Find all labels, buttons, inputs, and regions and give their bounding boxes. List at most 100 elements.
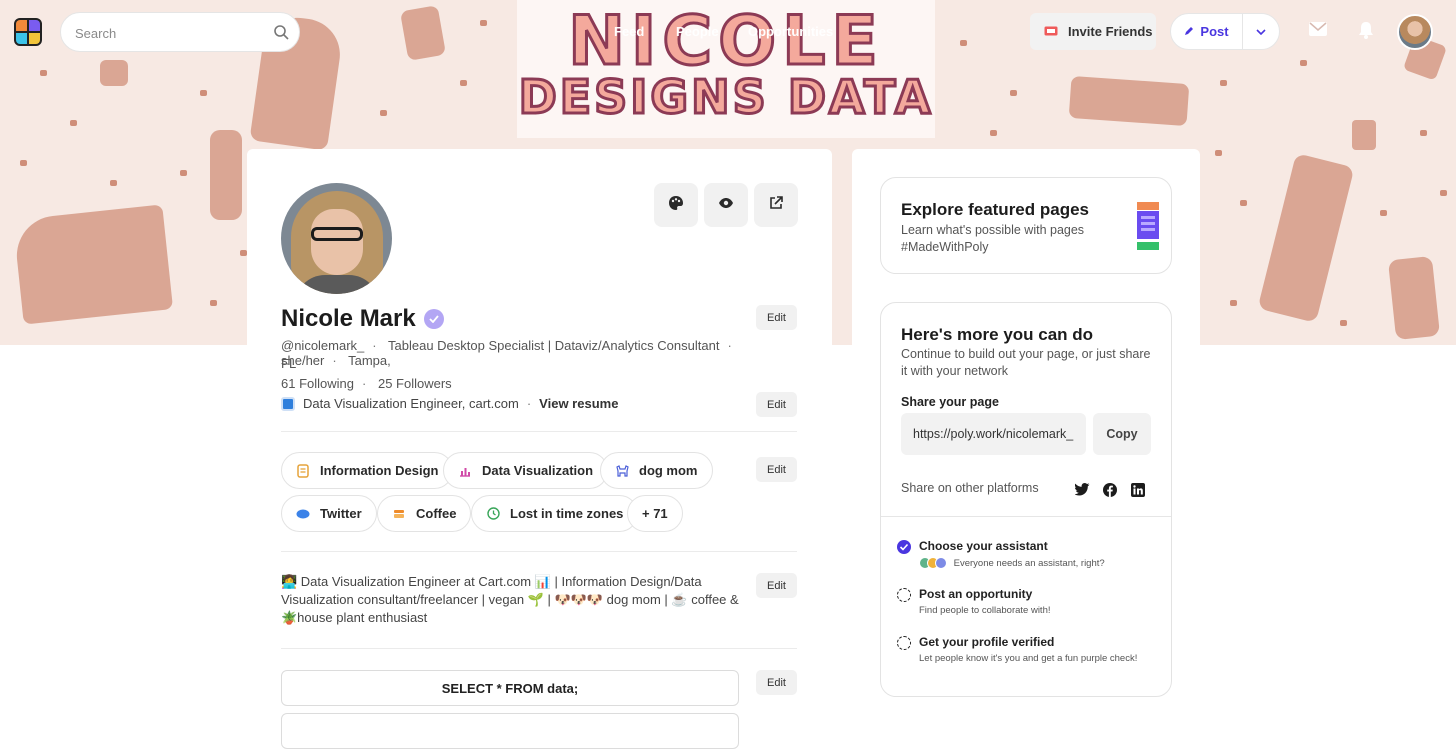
profile-name-row: Nicole Mark	[281, 305, 444, 333]
task-title: Get your profile verified	[919, 635, 1055, 649]
nav-people[interactable]: People	[676, 24, 719, 39]
featured-pages-description: Learn what's possible with pages #MadeWi…	[901, 222, 1101, 256]
profile-bio: 👩‍💻 Data Visualization Engineer at Cart.…	[281, 574, 739, 625]
profile-card: Nicole Mark Edit @nicolemark_ · Tableau D…	[247, 149, 832, 749]
chat-bubble-icon	[296, 507, 310, 521]
featured-pages-title: Explore featured pages	[901, 200, 1090, 219]
profile-handle: @nicolemark_	[281, 338, 365, 353]
document-icon	[296, 463, 310, 478]
tag-information-design[interactable]: Information Design	[281, 452, 454, 489]
edit-tags-button[interactable]: Edit	[756, 457, 797, 482]
profile-location-state: FL	[281, 356, 297, 371]
featured-pages-hashtag: #MadeWithPoly	[901, 240, 989, 254]
check-incomplete-icon	[897, 636, 911, 650]
divider	[281, 551, 797, 552]
user-avatar-menu[interactable]	[1397, 14, 1433, 50]
profile-name: Nicole Mark	[281, 305, 416, 332]
check-complete-icon	[897, 540, 911, 554]
tag-label: Data Visualization	[482, 463, 594, 478]
sidebar-card: Explore featured pages Learn what's poss…	[852, 149, 1200, 729]
more-actions-card: Here's more you can do Continue to build…	[880, 302, 1172, 697]
task-subtitle: Everyone needs an assistant, right?	[919, 557, 1105, 569]
eye-icon	[718, 196, 734, 214]
nav-feed[interactable]: Feed	[614, 24, 644, 39]
profile-avatar	[281, 183, 392, 294]
pencil-icon	[1184, 24, 1194, 39]
post-button-group: Post	[1170, 13, 1280, 50]
current-job-row: Data Visualization Engineer, cart.com · …	[281, 396, 618, 411]
edit-bio-button[interactable]: Edit	[756, 573, 797, 598]
tag-label: Information Design	[320, 463, 439, 478]
post-dropdown-button[interactable]	[1243, 26, 1279, 38]
polywork-logo[interactable]	[14, 18, 42, 46]
share-button[interactable]	[754, 183, 798, 227]
page-url-field[interactable]: https://poly.work/nicolemark_	[901, 413, 1086, 455]
invite-friends-button[interactable]: Invite Friends	[1030, 13, 1156, 50]
top-navigation-bar: Feed People Opportunities Invite Friends…	[0, 0, 1456, 64]
tag-more-button[interactable]: + 71	[627, 495, 683, 532]
dog-icon	[615, 464, 629, 478]
phone-pages-icon	[1137, 202, 1159, 250]
theme-button[interactable]	[654, 183, 698, 227]
search-icon[interactable]	[273, 24, 289, 45]
edit-featured-button[interactable]: Edit	[756, 670, 797, 695]
edit-name-button[interactable]: Edit	[756, 305, 797, 330]
divider	[281, 431, 797, 432]
followers-count[interactable]: 25 Followers	[378, 376, 452, 391]
notifications-bell-icon[interactable]	[1358, 21, 1374, 44]
current-job-title: Data Visualization Engineer, cart.com	[303, 396, 519, 411]
task-title: Post an opportunity	[919, 587, 1033, 601]
chevron-down-icon	[1256, 26, 1266, 38]
featured-pages-card[interactable]: Explore featured pages Learn what's poss…	[880, 177, 1172, 274]
content-block	[281, 713, 739, 749]
search-box	[60, 12, 300, 52]
edit-job-button[interactable]: Edit	[756, 392, 797, 417]
copy-url-button[interactable]: Copy	[1093, 413, 1151, 455]
tag-label: dog mom	[639, 463, 698, 478]
task-subtitle: Let people know it's you and get a fun p…	[919, 653, 1138, 664]
check-incomplete-icon	[897, 588, 911, 602]
linkedin-icon[interactable]	[1131, 483, 1145, 497]
tag-lost-in-time-zones[interactable]: Lost in time zones	[471, 495, 639, 532]
following-count[interactable]: 61 Following	[281, 376, 354, 391]
divider	[881, 516, 1171, 517]
tag-more-label: + 71	[642, 506, 668, 521]
tag-data-visualization[interactable]: Data Visualization	[443, 452, 609, 489]
tag-label: Twitter	[320, 506, 362, 521]
tag-label: Lost in time zones	[510, 506, 624, 521]
invite-friends-label: Invite Friends	[1068, 24, 1153, 39]
task-subtitle: Find people to collaborate with!	[919, 605, 1051, 616]
search-input[interactable]	[75, 23, 265, 43]
profile-location-city: Tampa,	[348, 353, 391, 368]
profile-headline: Tableau Desktop Specialist | Dataviz/Ana…	[388, 338, 720, 353]
bar-chart-icon	[458, 464, 472, 478]
verified-badge-icon	[423, 309, 444, 329]
divider	[281, 648, 797, 649]
external-link-icon	[769, 195, 783, 215]
share-page-label: Share your page	[901, 395, 999, 409]
post-button[interactable]: Post	[1171, 14, 1243, 49]
mail-icon[interactable]	[1309, 22, 1327, 41]
more-actions-title: Here's more you can do	[901, 325, 1094, 344]
tag-coffee[interactable]: Coffee	[377, 495, 472, 532]
featured-pages-desc-line1: Learn what's possible with pages	[901, 223, 1085, 237]
preview-button[interactable]	[704, 183, 748, 227]
facebook-icon[interactable]	[1103, 483, 1117, 497]
tag-label: Coffee	[416, 506, 457, 521]
view-resume-link[interactable]: View resume	[539, 396, 618, 411]
share-other-platforms-label: Share on other platforms	[901, 481, 1039, 495]
banner-title-line2: DESIGNS DATA	[517, 69, 934, 126]
palette-icon	[668, 195, 684, 216]
post-label: Post	[1200, 24, 1229, 39]
assistant-avatars	[919, 557, 947, 569]
follow-stats: 61 Following · 25 Followers	[281, 376, 452, 391]
tag-twitter[interactable]: Twitter	[281, 495, 377, 532]
nav-opportunities[interactable]: Opportunities	[748, 24, 833, 39]
tag-dog-mom[interactable]: dog mom	[600, 452, 713, 489]
more-actions-description: Continue to build out your page, or just…	[901, 347, 1151, 378]
company-logo-icon	[281, 396, 295, 411]
twitter-icon[interactable]	[1074, 483, 1090, 497]
featured-text-block: SELECT * FROM data;	[281, 670, 739, 706]
coffee-icon	[392, 507, 406, 521]
profile-headline-line: @nicolemark_ · Tableau Desktop Specialist…	[281, 338, 732, 368]
